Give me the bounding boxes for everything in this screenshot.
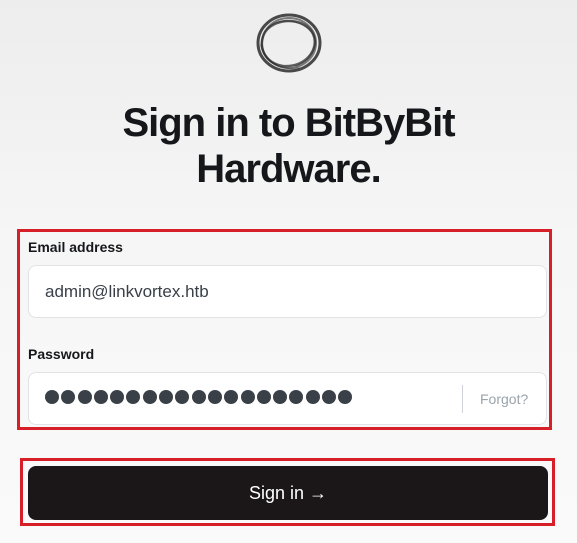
page-title: Sign in to BitByBit Hardware. — [0, 100, 577, 192]
password-dot — [93, 390, 108, 404]
email-field[interactable]: admin@linkvortex.htb — [28, 265, 547, 318]
email-label: Email address — [28, 239, 123, 255]
password-dot — [77, 390, 92, 404]
password-dot — [207, 390, 222, 404]
forgot-password-link[interactable]: Forgot? — [480, 391, 528, 407]
ghost-ring-logo-icon — [256, 13, 322, 73]
password-dot — [289, 390, 304, 404]
page-title-line-1: Sign in to BitByBit — [122, 101, 455, 145]
password-dot — [322, 390, 337, 404]
password-dot — [256, 390, 271, 404]
password-dot — [61, 390, 76, 404]
password-dot — [338, 390, 353, 404]
password-dot — [191, 390, 206, 404]
password-dot — [273, 390, 288, 404]
password-dot — [175, 390, 190, 404]
email-value: admin@linkvortex.htb — [45, 282, 209, 301]
page-title-line-2: Hardware. — [196, 147, 381, 191]
password-field[interactable]: Forgot? — [28, 372, 547, 425]
password-mask — [45, 387, 353, 404]
password-dot — [224, 390, 239, 404]
password-dot — [159, 390, 174, 404]
password-dot — [45, 390, 59, 404]
password-label: Password — [28, 346, 95, 362]
password-dot — [142, 390, 157, 404]
sign-in-button[interactable]: Sign in → — [28, 466, 548, 520]
password-dot — [305, 390, 320, 404]
password-dot — [240, 390, 255, 404]
password-divider — [462, 385, 463, 413]
password-dot — [110, 390, 125, 404]
password-dot — [126, 390, 141, 404]
